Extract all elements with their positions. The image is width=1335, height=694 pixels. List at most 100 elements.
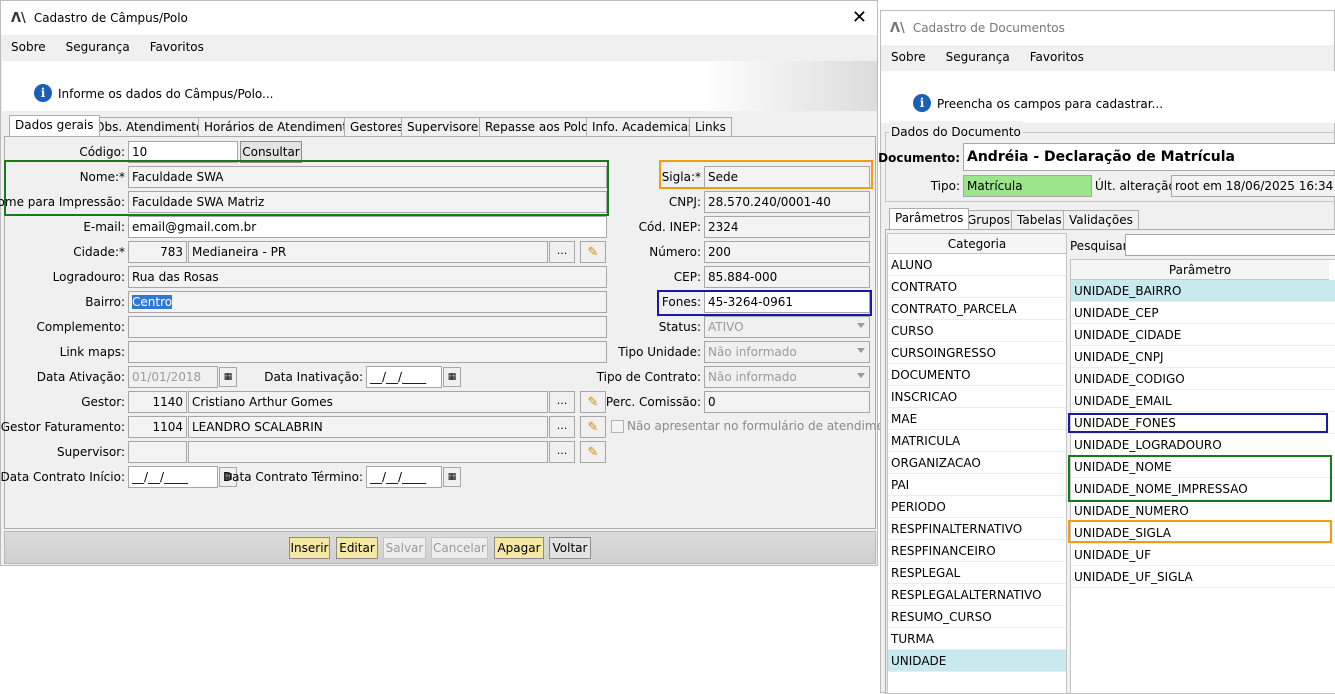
- categoria-item[interactable]: CURSO: [888, 320, 1066, 342]
- codigo-field[interactable]: 10: [128, 141, 238, 163]
- supervisor-field[interactable]: [188, 441, 548, 463]
- gestor-fat-field[interactable]: LEANDRO SCALABRIN: [188, 416, 548, 438]
- parametro-item[interactable]: UNIDADE_BAIRRO: [1071, 280, 1335, 302]
- cep-field[interactable]: 85.884-000: [704, 266, 870, 288]
- tipo-field[interactable]: Matrícula: [963, 175, 1092, 197]
- parametro-item[interactable]: UNIDADE_NUMERO: [1071, 500, 1335, 522]
- tab-gestores[interactable]: Gestores: [344, 117, 410, 136]
- tipo-contrato-select[interactable]: Não informado: [704, 366, 870, 388]
- categoria-item[interactable]: MATRICULA: [888, 430, 1066, 452]
- cidade-code-field[interactable]: 783: [128, 241, 187, 263]
- categoria-item[interactable]: RESPLEGAL: [888, 562, 1066, 584]
- nome-impressao-field[interactable]: Faculdade SWA Matriz: [128, 191, 607, 213]
- categoria-item[interactable]: UNIDADE: [888, 650, 1066, 672]
- categoria-item[interactable]: INSCRICAO: [888, 386, 1066, 408]
- tab-obs-atendimento[interactable]: Obs. Atendimento: [89, 117, 210, 136]
- tab-horarios[interactable]: Horários de Atendimento: [198, 117, 361, 136]
- parametro-item[interactable]: UNIDADE_CIDADE: [1071, 324, 1335, 346]
- cidade-search-button[interactable]: ...: [549, 241, 575, 263]
- email-field[interactable]: email@gmail.com.br: [128, 216, 607, 238]
- cod-inep-field[interactable]: 2324: [704, 216, 870, 238]
- editar-button[interactable]: Editar: [336, 537, 378, 559]
- gestor-fat-edit-button[interactable]: ✎: [580, 416, 606, 438]
- link-maps-field[interactable]: [128, 341, 607, 363]
- categoria-item[interactable]: PAI: [888, 474, 1066, 496]
- parametro-item[interactable]: UNIDADE_SIGLA: [1071, 522, 1335, 544]
- parametro-item[interactable]: UNIDADE_EMAIL: [1071, 390, 1335, 412]
- parametro-item[interactable]: UNIDADE_NOME_IMPRESSAO: [1071, 478, 1335, 500]
- categoria-item[interactable]: ORGANIZACAO: [888, 452, 1066, 474]
- data-ativacao-calendar-icon[interactable]: ▦: [219, 367, 237, 387]
- parametro-item[interactable]: UNIDADE_LOGRADOURO: [1071, 434, 1335, 456]
- menu-favoritos[interactable]: Favoritos: [140, 36, 214, 60]
- cidade-edit-button[interactable]: ✎: [580, 241, 606, 263]
- tab-validacoes[interactable]: Validações: [1063, 210, 1139, 229]
- menu-sobre[interactable]: Sobre: [1, 36, 56, 60]
- status-select[interactable]: ATIVO: [704, 316, 870, 338]
- cancelar-button[interactable]: Cancelar: [431, 537, 488, 559]
- parametro-item[interactable]: UNIDADE_CEP: [1071, 302, 1335, 324]
- tab-repasse[interactable]: Repasse aos Polos: [479, 117, 601, 136]
- tab-supervisores[interactable]: Supervisores: [401, 117, 491, 136]
- tab-dados-gerais[interactable]: Dados gerais: [9, 115, 100, 136]
- parametro-item[interactable]: UNIDADE_CNPJ: [1071, 346, 1335, 368]
- numero-field[interactable]: 200: [704, 241, 870, 263]
- parametro-item[interactable]: UNIDADE_FONES: [1071, 412, 1335, 434]
- perc-comissao-field[interactable]: 0: [704, 391, 870, 413]
- tab-info-academicas[interactable]: Info. Academicas: [586, 117, 701, 136]
- complemento-field[interactable]: [128, 316, 607, 338]
- inserir-button[interactable]: Inserir: [289, 537, 330, 559]
- tab-tabelas[interactable]: Tabelas: [1011, 210, 1068, 229]
- voltar-button[interactable]: Voltar: [549, 537, 591, 559]
- categoria-item[interactable]: PERIODO: [888, 496, 1066, 518]
- cnpj-field[interactable]: 28.570.240/0001-40: [704, 191, 870, 213]
- gestor-fat-search-button[interactable]: ...: [549, 416, 575, 438]
- nome-field[interactable]: Faculdade SWA: [128, 166, 607, 188]
- categoria-item[interactable]: DOCUMENTO: [888, 364, 1066, 386]
- data-contrato-termino-field[interactable]: __/__/____: [366, 466, 442, 488]
- tab-links[interactable]: Links: [689, 117, 732, 136]
- salvar-button[interactable]: Salvar: [383, 537, 426, 559]
- menu-favoritos[interactable]: Favoritos: [1020, 46, 1094, 70]
- menu-seguranca[interactable]: Segurança: [56, 36, 140, 60]
- categoria-item[interactable]: CONTRATO: [888, 276, 1066, 298]
- gestor-search-button[interactable]: ...: [549, 391, 575, 413]
- documento-field[interactable]: Andréia - Declaração de Matrícula: [963, 143, 1335, 171]
- categoria-item[interactable]: RESUMO_CURSO: [888, 606, 1066, 628]
- data-inativacao-calendar-icon[interactable]: ▦: [443, 367, 461, 387]
- data-contrato-termino-calendar-icon[interactable]: ▦: [443, 467, 461, 487]
- data-inativacao-field[interactable]: __/__/____: [366, 366, 442, 388]
- close-icon[interactable]: ✕: [852, 7, 867, 28]
- pesquisar-input[interactable]: [1125, 234, 1335, 256]
- categoria-item[interactable]: RESPFINALTERNATIVO: [888, 518, 1066, 540]
- sigla-field[interactable]: Sede: [704, 166, 870, 188]
- nao-apresentar-checkbox[interactable]: [611, 420, 624, 433]
- data-contrato-inicio-field[interactable]: __/__/____: [128, 466, 218, 488]
- parametro-item[interactable]: UNIDADE_CODIGO: [1071, 368, 1335, 390]
- gestor-code-field[interactable]: 1140: [128, 391, 187, 413]
- consultar-button[interactable]: Consultar: [240, 141, 302, 163]
- bairro-field[interactable]: Centro: [128, 291, 607, 313]
- supervisor-edit-button[interactable]: ✎: [580, 441, 606, 463]
- categoria-item[interactable]: ALUNO: [888, 254, 1066, 276]
- categoria-item[interactable]: CURSOINGRESSO: [888, 342, 1066, 364]
- categoria-item[interactable]: RESPLEGALALTERNATIVO: [888, 584, 1066, 606]
- cidade-field[interactable]: Medianeira - PR: [188, 241, 548, 263]
- fones-field[interactable]: 45-3264-0961: [704, 291, 870, 313]
- parametro-item[interactable]: UNIDADE_UF: [1071, 544, 1335, 566]
- categoria-item[interactable]: TURMA: [888, 628, 1066, 650]
- tab-parametros[interactable]: Parâmetros: [889, 208, 970, 229]
- tipo-unidade-select[interactable]: Não informado: [704, 341, 870, 363]
- supervisor-code-field[interactable]: [128, 441, 187, 463]
- gestor-fat-code-field[interactable]: 1104: [128, 416, 187, 438]
- gestor-field[interactable]: Cristiano Arthur Gomes: [188, 391, 548, 413]
- menu-sobre[interactable]: Sobre: [881, 46, 936, 70]
- menu-seguranca[interactable]: Segurança: [936, 46, 1020, 70]
- categoria-item[interactable]: RESPFINANCEIRO: [888, 540, 1066, 562]
- gestor-edit-button[interactable]: ✎: [580, 391, 606, 413]
- categoria-item[interactable]: CONTRATO_PARCELA: [888, 298, 1066, 320]
- parametro-item[interactable]: UNIDADE_NOME: [1071, 456, 1335, 478]
- apagar-button[interactable]: Apagar: [494, 537, 544, 559]
- data-ativacao-field[interactable]: 01/01/2018: [128, 366, 218, 388]
- categoria-item[interactable]: MAE: [888, 408, 1066, 430]
